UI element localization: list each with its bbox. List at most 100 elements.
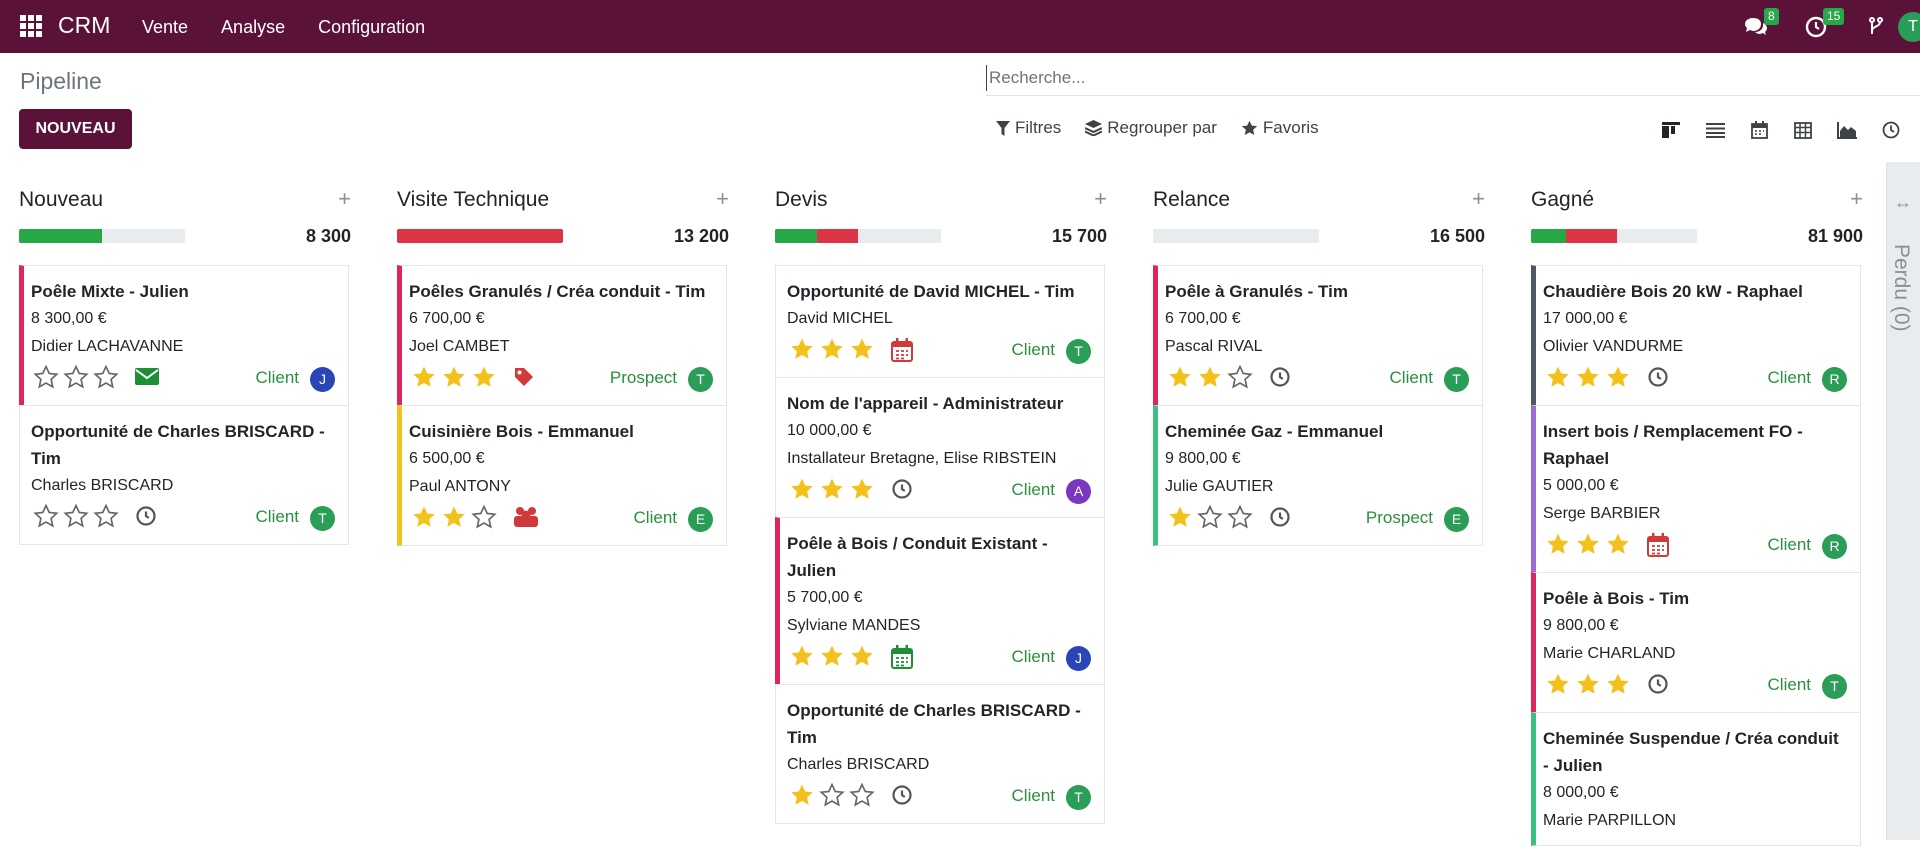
star-filled-icon[interactable] — [1195, 365, 1225, 389]
star-empty-icon[interactable] — [91, 504, 121, 528]
new-button[interactable]: NOUVEAU — [19, 109, 132, 149]
kanban-card[interactable]: Opportunité de Charles BRISCARD - Tim Ch… — [775, 684, 1105, 824]
clock-icon[interactable] — [891, 784, 913, 806]
kanban-card[interactable]: Opportunité de David MICHEL - Tim David … — [775, 265, 1105, 378]
star-filled-icon[interactable] — [847, 337, 877, 361]
column-progress-bar[interactable] — [1153, 229, 1319, 243]
progress-segment[interactable] — [775, 229, 817, 243]
menu-item-analyse[interactable]: Analyse — [221, 17, 285, 38]
messages-button[interactable]: 8 — [1744, 8, 1779, 43]
clock-icon[interactable] — [1269, 366, 1291, 388]
progress-segment[interactable] — [816, 229, 858, 243]
calendar-green-icon[interactable] — [891, 645, 913, 669]
quick-create-plus-icon[interactable]: + — [716, 186, 729, 212]
kanban-card[interactable]: Nom de l'appareil - Administrateur 10 00… — [775, 377, 1105, 518]
star-empty-icon[interactable] — [61, 365, 91, 389]
star-empty-icon[interactable] — [61, 504, 91, 528]
column-progress-bar[interactable] — [775, 229, 941, 243]
kanban-card[interactable]: Opportunité de Charles BRISCARD - Tim Ch… — [19, 405, 349, 545]
kanban-card[interactable]: Poêles Granulés / Créa conduit - Tim 6 7… — [397, 265, 727, 406]
activity-view-button[interactable] — [1880, 119, 1902, 141]
salesperson-avatar[interactable]: J — [1066, 646, 1091, 671]
kanban-card[interactable]: Poêle à Granulés - Tim 6 700,00 € Pascal… — [1153, 265, 1483, 406]
salesperson-avatar[interactable]: R — [1822, 534, 1847, 559]
star-filled-icon[interactable] — [787, 477, 817, 501]
star-filled-icon[interactable] — [409, 505, 439, 529]
favorites-button[interactable]: Favoris — [1241, 118, 1319, 138]
menu-item-vente[interactable]: Vente — [142, 17, 188, 38]
pivot-view-button[interactable] — [1792, 119, 1814, 141]
filters-button[interactable]: Filtres — [996, 118, 1061, 138]
star-filled-icon[interactable] — [1573, 672, 1603, 696]
kanban-view-button[interactable] — [1660, 119, 1682, 141]
star-empty-icon[interactable] — [31, 504, 61, 528]
salesperson-avatar[interactable]: T — [1444, 367, 1469, 392]
graph-view-button[interactable] — [1836, 119, 1858, 141]
salesperson-avatar[interactable]: J — [310, 367, 335, 392]
column-progress-bar[interactable] — [19, 229, 185, 243]
salesperson-avatar[interactable]: E — [688, 507, 713, 532]
salesperson-avatar[interactable]: E — [1444, 507, 1469, 532]
star-filled-icon[interactable] — [1543, 532, 1573, 556]
star-filled-icon[interactable] — [409, 365, 439, 389]
quick-create-plus-icon[interactable]: + — [1472, 186, 1485, 212]
star-filled-icon[interactable] — [1603, 365, 1633, 389]
star-filled-icon[interactable] — [1543, 672, 1573, 696]
kanban-card[interactable]: Poêle à Bois / Conduit Existant - Julien… — [775, 517, 1105, 685]
progress-segment[interactable] — [1531, 229, 1566, 243]
column-progress-bar[interactable] — [397, 229, 563, 243]
apps-menu-icon[interactable] — [20, 15, 42, 37]
star-filled-icon[interactable] — [1165, 365, 1195, 389]
kanban-card[interactable]: Cheminée Gaz - Emmanuel 9 800,00 € Julie… — [1153, 405, 1483, 546]
salesperson-avatar[interactable]: T — [1822, 674, 1847, 699]
star-filled-icon[interactable] — [439, 365, 469, 389]
star-empty-icon[interactable] — [1225, 365, 1255, 389]
star-filled-icon[interactable] — [439, 505, 469, 529]
star-filled-icon[interactable] — [469, 365, 499, 389]
kanban-card[interactable]: Cheminée Suspendue / Créa conduit - Juli… — [1531, 712, 1861, 846]
star-filled-icon[interactable] — [1543, 365, 1573, 389]
kanban-card[interactable]: Chaudière Bois 20 kW - Raphael 17 000,00… — [1531, 265, 1861, 406]
star-empty-icon[interactable] — [1195, 505, 1225, 529]
menu-item-configuration[interactable]: Configuration — [318, 17, 425, 38]
folded-column-perdu[interactable]: ↔ Perdu (0) — [1886, 162, 1920, 840]
salesperson-avatar[interactable]: A — [1066, 479, 1091, 504]
star-filled-icon[interactable] — [817, 337, 847, 361]
kanban-card[interactable]: Cuisinière Bois - Emmanuel 6 500,00 € Pa… — [397, 405, 727, 546]
kanban-card[interactable]: Poêle à Bois - Tim 9 800,00 € Marie CHAR… — [1531, 572, 1861, 713]
calendar-red-icon[interactable] — [1647, 533, 1669, 557]
star-empty-icon[interactable] — [469, 505, 499, 529]
quick-create-plus-icon[interactable]: + — [338, 186, 351, 212]
clock-icon[interactable] — [135, 505, 157, 527]
star-filled-icon[interactable] — [1165, 505, 1195, 529]
quick-create-plus-icon[interactable]: + — [1094, 186, 1107, 212]
salesperson-avatar[interactable]: T — [1066, 785, 1091, 810]
group-by-button[interactable]: Regrouper par — [1085, 118, 1217, 138]
salesperson-avatar[interactable]: R — [1822, 367, 1847, 392]
star-filled-icon[interactable] — [847, 477, 877, 501]
progress-segment[interactable] — [397, 229, 563, 243]
progress-segment[interactable] — [1565, 229, 1618, 243]
star-empty-icon[interactable] — [847, 783, 877, 807]
star-filled-icon[interactable] — [1573, 365, 1603, 389]
calendar-view-button[interactable] — [1748, 119, 1770, 141]
star-filled-icon[interactable] — [847, 644, 877, 668]
star-filled-icon[interactable] — [817, 477, 847, 501]
salesperson-avatar[interactable]: T — [688, 367, 713, 392]
kanban-card[interactable]: Insert bois / Remplacement FO - Raphael … — [1531, 405, 1861, 573]
activities-button[interactable]: 15 — [1805, 8, 1845, 43]
star-empty-icon[interactable] — [91, 365, 121, 389]
salesperson-avatar[interactable]: T — [310, 506, 335, 531]
star-empty-icon[interactable] — [1225, 505, 1255, 529]
calendar-red-icon[interactable] — [891, 338, 913, 362]
clock-icon[interactable] — [891, 478, 913, 500]
user-avatar[interactable]: T — [1898, 12, 1920, 42]
star-filled-icon[interactable] — [1603, 532, 1633, 556]
star-empty-icon[interactable] — [31, 365, 61, 389]
star-filled-icon[interactable] — [787, 644, 817, 668]
column-progress-bar[interactable] — [1531, 229, 1697, 243]
kanban-card[interactable]: Poêle Mixte - Julien 8 300,00 € Didier L… — [19, 265, 349, 406]
star-empty-icon[interactable] — [817, 783, 847, 807]
envelope-icon[interactable] — [135, 366, 159, 386]
clock-icon[interactable] — [1269, 506, 1291, 528]
